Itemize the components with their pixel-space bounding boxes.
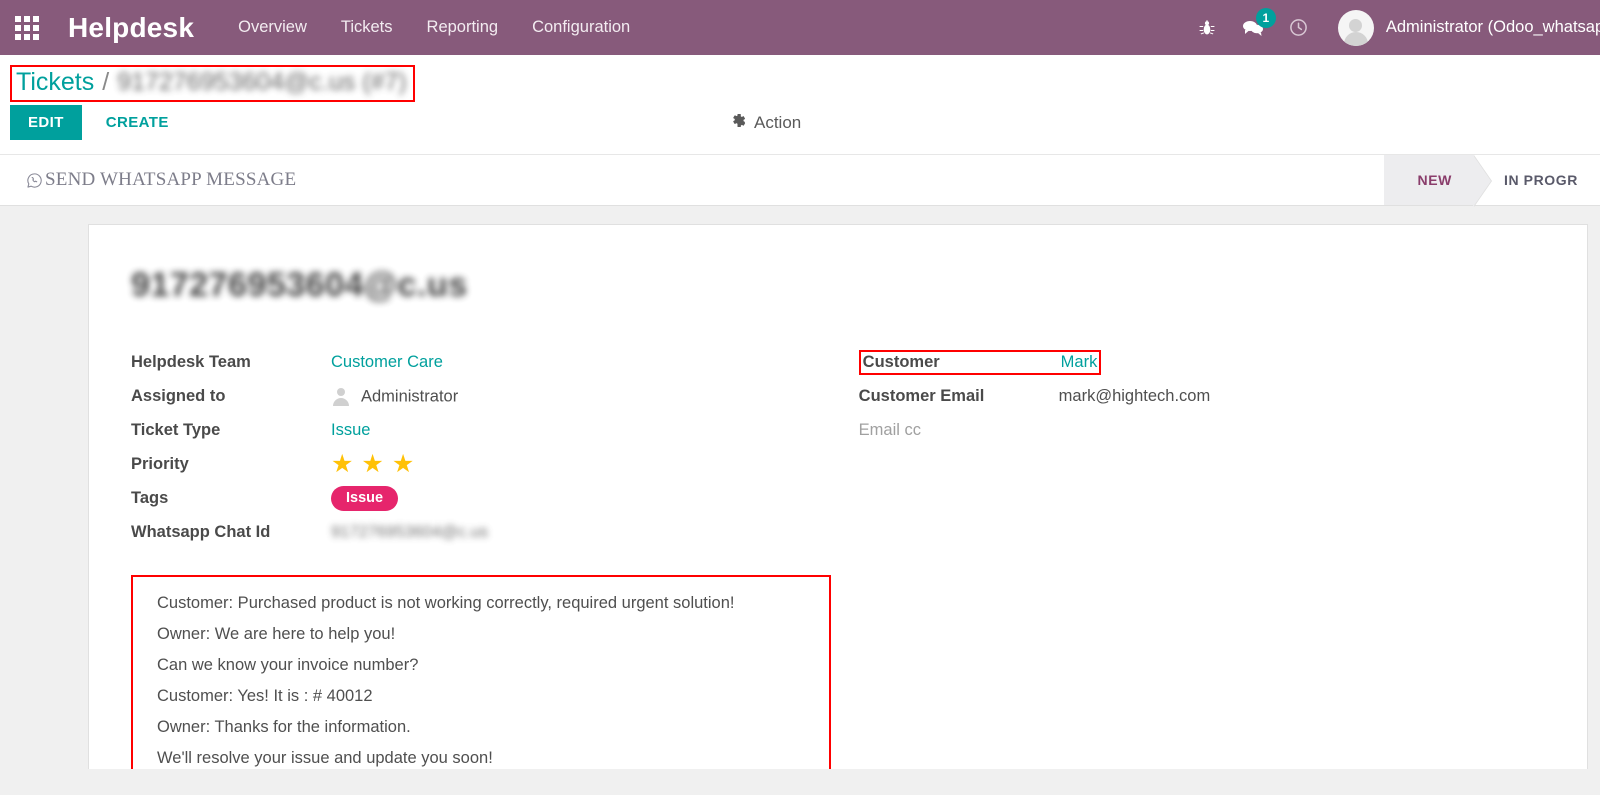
- field-tags-value[interactable]: Issue: [331, 486, 399, 512]
- field-assigned-to-value-wrap[interactable]: Administrator: [331, 387, 458, 407]
- stage-in-progress-label: IN PROGR: [1503, 172, 1578, 188]
- field-assigned-to: Assigned to Administrator: [131, 380, 859, 414]
- bug-icon: [1198, 19, 1216, 37]
- app-brand-helpdesk[interactable]: Helpdesk: [68, 12, 194, 44]
- action-menu-button[interactable]: Action: [730, 112, 801, 134]
- field-email-cc-label: Email cc: [858, 421, 922, 440]
- field-ticket-type-value[interactable]: Issue: [331, 421, 370, 440]
- stage-in-progress[interactable]: IN PROGR: [1473, 155, 1600, 205]
- star-icon-3[interactable]: ★: [392, 452, 414, 477]
- form-groups: Helpdesk Team Customer Care Assigned to …: [131, 346, 1547, 550]
- star-icon-2[interactable]: ★: [361, 452, 383, 477]
- customer-highlight-annotation: Customer Mark: [858, 350, 1102, 376]
- field-priority-value[interactable]: ★ ★ ★: [331, 452, 414, 477]
- field-email-cc: Email cc: [859, 414, 1547, 448]
- breadcrumb: Tickets / 917276953604@c.us (#7): [10, 65, 415, 102]
- action-menu-label: Action: [754, 112, 802, 132]
- page-title: 917276953604@c.us: [131, 266, 468, 304]
- ticket-stage-statusbar: NEW IN PROGR: [1383, 155, 1600, 207]
- form-group-right: Customer Mark Customer Email mark@highte…: [858, 346, 1547, 550]
- whatsapp-icon: [26, 172, 43, 189]
- field-whatsapp-chat-id-value: 917276953604@c.us: [331, 523, 489, 542]
- field-customer-label: Customer: [862, 353, 940, 372]
- field-customer-email-label: Customer Email: [858, 387, 985, 406]
- form-status-bar: SEND WHATSAPP MESSAGE NEW IN PROGR: [0, 154, 1600, 207]
- form-sheet: 917276953604@c.us Helpdesk Team Customer…: [88, 224, 1588, 769]
- menu-item-tickets[interactable]: Tickets: [339, 14, 395, 41]
- user-name-label: Administrator (Odoo_whatsapp_helpdesk_wh…: [1385, 18, 1600, 36]
- breadcrumb-link-tickets[interactable]: Tickets: [16, 68, 94, 97]
- send-whatsapp-message-label: SEND WHATSAPP MESSAGE: [45, 169, 297, 190]
- avatar: [1337, 9, 1374, 46]
- stage-new[interactable]: NEW: [1383, 155, 1492, 207]
- field-helpdesk-team-value[interactable]: Customer Care: [331, 353, 443, 372]
- field-helpdesk-team: Helpdesk Team Customer Care: [131, 346, 859, 380]
- activity-clock-icon: [1289, 18, 1308, 37]
- breadcrumb-current-record: 917276953604@c.us (#7): [117, 68, 407, 96]
- field-whatsapp-chat-id-label: Whatsapp Chat Id: [131, 523, 271, 542]
- form-group-left: Helpdesk Team Customer Care Assigned to …: [131, 346, 859, 550]
- field-helpdesk-team-label: Helpdesk Team: [131, 353, 251, 372]
- menu-item-reporting[interactable]: Reporting: [425, 14, 501, 41]
- gear-icon: [730, 112, 747, 134]
- send-whatsapp-message-button[interactable]: SEND WHATSAPP MESSAGE: [26, 169, 296, 191]
- field-tags: Tags Issue: [131, 482, 859, 516]
- apps-grid-icon: [15, 15, 39, 40]
- description-line: Customer: Yes! It is : # 40012: [157, 687, 373, 706]
- field-customer-email: Customer Email mark@hightech.com: [859, 380, 1547, 414]
- field-ticket-type: Ticket Type Issue: [131, 414, 859, 448]
- create-button[interactable]: CREATE: [92, 105, 183, 140]
- field-customer-value[interactable]: Mark: [1061, 353, 1098, 372]
- apps-menu-toggle[interactable]: [6, 7, 48, 49]
- activities-button[interactable]: [1276, 0, 1322, 55]
- ticket-description[interactable]: Customer: Purchased product is not worki…: [131, 574, 831, 769]
- stage-arrow-fill: [1472, 155, 1491, 207]
- menu-item-configuration[interactable]: Configuration: [530, 14, 632, 41]
- description-line: Owner: We are here to help you!: [157, 624, 396, 643]
- messages-button[interactable]: 1: [1230, 0, 1276, 55]
- description-line: We'll resolve your issue and update you …: [157, 749, 493, 768]
- field-assigned-to-value: Administrator: [361, 387, 459, 406]
- menu-item-overview[interactable]: Overview: [236, 14, 309, 41]
- priority-stars[interactable]: ★ ★ ★: [331, 452, 414, 477]
- edit-button[interactable]: EDIT: [10, 105, 82, 140]
- field-whatsapp-chat-id: Whatsapp Chat Id 917276953604@c.us: [131, 516, 859, 550]
- field-customer-row: Customer Mark: [858, 346, 1547, 380]
- top-navbar: Helpdesk Overview Tickets Reporting Conf…: [0, 0, 1600, 55]
- messages-badge: 1: [1255, 8, 1276, 28]
- star-icon-1[interactable]: ★: [331, 452, 353, 477]
- tag-badge-issue[interactable]: Issue: [331, 486, 399, 512]
- field-assigned-to-label: Assigned to: [131, 387, 226, 406]
- main-menu: Overview Tickets Reporting Configuration: [236, 14, 632, 41]
- breadcrumb-row: Tickets / 917276953604@c.us (#7): [0, 55, 1600, 102]
- breadcrumb-separator: /: [102, 68, 110, 96]
- control-panel-buttons: EDIT CREATE Action: [0, 99, 1600, 154]
- field-tags-label: Tags: [131, 489, 169, 508]
- field-priority-label: Priority: [131, 455, 189, 474]
- user-menu[interactable]: Administrator (Odoo_whatsapp_helpdesk_wh…: [1322, 9, 1600, 46]
- description-line: Can we know your invoice number?: [157, 656, 419, 675]
- navbar-systray: 1 Administrator (Odoo_whatsapp_helpdesk_…: [1184, 0, 1600, 55]
- form-stat-buttons: SEND WHATSAPP MESSAGE: [0, 155, 296, 205]
- description-line: Customer: Purchased product is not worki…: [157, 593, 735, 612]
- user-avatar-icon: [331, 387, 351, 407]
- description-line: Owner: Thanks for the information.: [157, 718, 411, 737]
- form-scroll-area: 917276953604@c.us Helpdesk Team Customer…: [0, 206, 1600, 769]
- field-ticket-type-label: Ticket Type: [131, 421, 221, 440]
- field-priority: Priority ★ ★ ★: [131, 448, 859, 482]
- stage-new-label: NEW: [1417, 172, 1452, 188]
- bug-report-button[interactable]: [1184, 0, 1230, 55]
- field-customer-email-value[interactable]: mark@hightech.com: [1059, 387, 1211, 406]
- control-panel: Tickets / 917276953604@c.us (#7) EDIT CR…: [0, 55, 1600, 154]
